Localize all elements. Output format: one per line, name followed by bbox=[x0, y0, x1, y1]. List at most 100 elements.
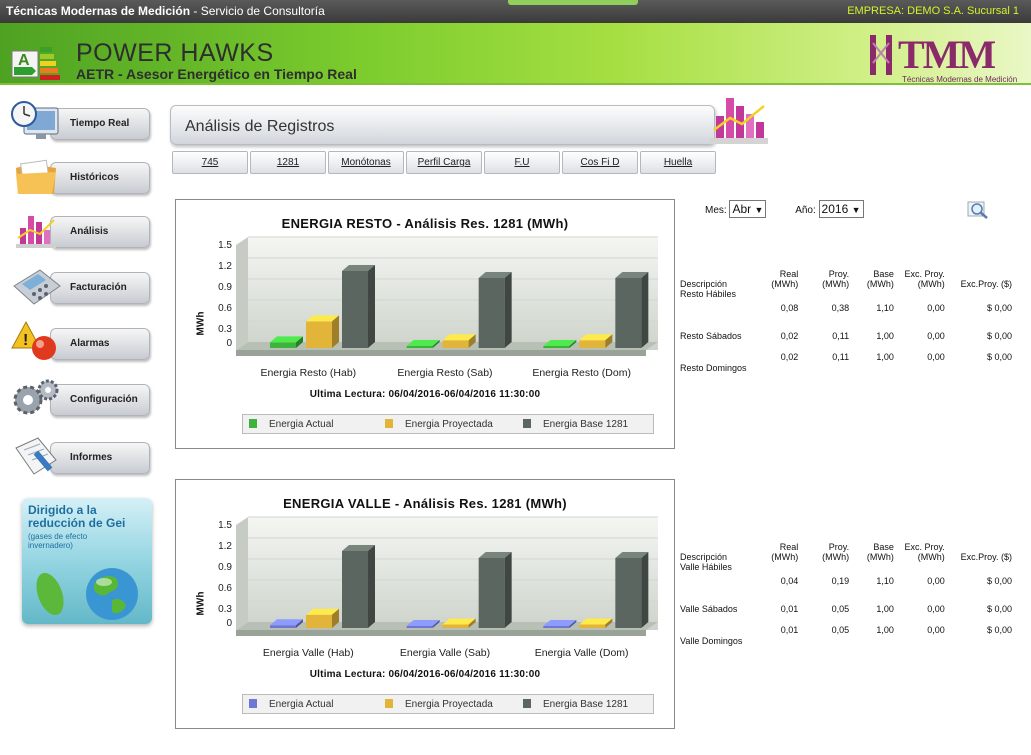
table-row: Valle Sábados 0,01 0,05 1,00 0,00 $ 0,00 bbox=[676, 586, 1016, 614]
cell: 1,10 bbox=[876, 576, 894, 586]
app-subtitle: AETR - Asesor Energético en Tiempo Real bbox=[76, 66, 357, 82]
cell: 0,00 bbox=[927, 576, 945, 586]
energy-label-logo-icon: A bbox=[11, 47, 60, 80]
legend-item-base: Energia Base 1281 bbox=[523, 699, 628, 710]
tab-huella[interactable]: Huella bbox=[640, 151, 716, 174]
col-header: Base (MWh) bbox=[866, 542, 894, 562]
y-tick-label: 1.2 bbox=[218, 541, 232, 552]
x-category-label: Energia Valle (Hab) bbox=[263, 647, 354, 659]
zoom-search-icon[interactable] bbox=[967, 200, 989, 220]
tab-cos-fi-d[interactable]: Cos Fi D bbox=[562, 151, 638, 174]
cell: 0,01 bbox=[780, 625, 799, 635]
table-row: Resto Domingos 0,02 0,11 1,00 0,00 $ 0,00 bbox=[676, 341, 1016, 373]
cell: $ 0,00 bbox=[986, 604, 1012, 614]
nav-label: Tiempo Real bbox=[70, 118, 130, 129]
nav-alarmas[interactable]: ! Alarmas bbox=[6, 318, 152, 366]
bar-energia-proyectada bbox=[306, 315, 339, 348]
nav-analisis[interactable]: Análisis bbox=[6, 206, 152, 254]
nav-tiempo-real[interactable]: Tiempo Real bbox=[6, 98, 152, 146]
y-tick-label: 1.2 bbox=[218, 261, 232, 272]
bar-energia-proyectada bbox=[579, 334, 613, 348]
app-title: POWER HAWKS bbox=[76, 39, 274, 67]
gei-line3: (gases de efecto bbox=[28, 532, 88, 541]
chart-legend: Energia Actual Energia Proyectada Energi… bbox=[242, 414, 654, 434]
monitor-clock-icon bbox=[11, 101, 59, 139]
y-tick-label: 1.5 bbox=[218, 240, 232, 251]
analysis-chart-icon bbox=[710, 98, 768, 144]
table-header: Descripción Real (MWh) Proy. (MWh) Base … bbox=[676, 534, 1016, 562]
bar-energia-base-1281 bbox=[615, 552, 649, 628]
anio-label: Año: bbox=[795, 205, 816, 216]
x-category-label: Energia Valle (Dom) bbox=[535, 647, 629, 659]
legend-label: Energia Base 1281 bbox=[543, 699, 629, 710]
cell: 0,05 bbox=[831, 625, 850, 635]
row-label: Valle Sábados bbox=[680, 604, 738, 614]
legend-item-proyectada: Energia Proyectada bbox=[385, 699, 493, 710]
x-category-label: Energia Resto (Hab) bbox=[260, 367, 356, 379]
cell: 0,04 bbox=[780, 576, 799, 586]
legend-label: Energia Proyectada bbox=[405, 699, 493, 710]
tmm-logo-subtext: Técnicas Modernas de Medición bbox=[902, 75, 1018, 84]
y-tick-label: 0.3 bbox=[218, 604, 232, 615]
cell: 0,02 bbox=[780, 331, 799, 341]
nav-label: Facturación bbox=[70, 282, 127, 293]
ultima-lectura: Ultima Lectura: 06/04/2016-06/04/2016 11… bbox=[309, 389, 541, 400]
cell: 1,00 bbox=[876, 604, 894, 614]
cell: 0,38 bbox=[831, 303, 850, 313]
table-row: Resto Sábados 0,02 0,11 1,00 0,00 $ 0,00 bbox=[676, 313, 1016, 341]
tab-perfil-carga[interactable]: Perfil Carga bbox=[406, 151, 482, 174]
row-label: Resto Domingos bbox=[680, 363, 747, 373]
panel-header: Análisis de Registros bbox=[170, 105, 715, 145]
top-tab-handle[interactable] bbox=[508, 0, 638, 5]
cell: 0,00 bbox=[927, 625, 945, 635]
cell: 0,00 bbox=[927, 604, 945, 614]
tab-monotonas[interactable]: Monótonas bbox=[328, 151, 404, 174]
col-header: Exc.Proy. ($) bbox=[960, 552, 1012, 562]
nav-informes[interactable]: Informes bbox=[6, 432, 152, 480]
cell: $ 0,00 bbox=[986, 331, 1012, 341]
cell: 0,00 bbox=[927, 352, 945, 362]
chart-svg: 1.5 1.2 0.9 0.6 0.3 0 Energia Resto (Hab) Energ… bbox=[218, 236, 658, 379]
chart-resto: ENERGIA RESTO - Análisis Res. 1281 (MWh)… bbox=[175, 199, 675, 449]
tab-745[interactable]: 745 bbox=[172, 151, 248, 174]
nav-label: Configuración bbox=[70, 394, 138, 405]
cell: 0,11 bbox=[832, 331, 850, 341]
mes-label: Mes: bbox=[705, 205, 727, 216]
gei-banner[interactable]: Dirigido a la reducción de Gei (gases de … bbox=[22, 498, 152, 624]
row-label: Valle Hábiles bbox=[680, 562, 732, 572]
svg-text:A: A bbox=[18, 52, 30, 69]
y-tick-label: 0.9 bbox=[218, 562, 232, 573]
nav-label: Análisis bbox=[70, 226, 109, 237]
cell: 1,10 bbox=[876, 303, 894, 313]
cell: $ 0,00 bbox=[986, 303, 1012, 313]
col-header: Real (MWh) bbox=[771, 269, 799, 289]
col-header: Proy. (MWh) bbox=[822, 269, 850, 289]
anio-value: 2016 bbox=[821, 202, 849, 216]
y-tick-label: 0.6 bbox=[218, 583, 232, 594]
nav-configuracion[interactable]: Configuración bbox=[6, 374, 152, 422]
gei-line4: invernadero) bbox=[28, 541, 73, 550]
clipboard-icon bbox=[15, 437, 57, 475]
mes-select[interactable]: Abr ▼ bbox=[729, 200, 767, 218]
cell: 1,00 bbox=[876, 331, 894, 341]
legend-item-base: Energia Base 1281 bbox=[523, 419, 628, 430]
nav-historicos[interactable]: Históricos bbox=[6, 152, 152, 200]
bar-energia-proyectada bbox=[442, 334, 476, 348]
filter-bar: Mes: Abr ▼ Año: 2016 ▼ bbox=[705, 200, 864, 218]
cell: 0,01 bbox=[780, 604, 799, 614]
col-header: Exc.Proy. ($) bbox=[960, 279, 1012, 289]
cell: 0,00 bbox=[927, 331, 945, 341]
anio-select[interactable]: 2016 ▼ bbox=[818, 200, 864, 218]
col-header: Exc. Proy. (MWh) bbox=[904, 269, 945, 289]
nav-facturacion[interactable]: Facturación bbox=[6, 262, 152, 310]
y-tick-label: 1.5 bbox=[218, 520, 232, 531]
tmm-logo-text: TMM bbox=[898, 32, 996, 77]
calculator-icon bbox=[13, 269, 61, 305]
plot-floor-edge bbox=[236, 350, 646, 356]
table-valle: Descripción Real (MWh) Proy. (MWh) Base … bbox=[676, 534, 1016, 646]
cell: $ 0,00 bbox=[986, 352, 1012, 362]
tab-fu[interactable]: F.U bbox=[484, 151, 560, 174]
legend-label: Energia Base 1281 bbox=[543, 419, 629, 430]
tab-1281[interactable]: 1281 bbox=[250, 151, 326, 174]
plot-side-wall bbox=[236, 517, 248, 630]
